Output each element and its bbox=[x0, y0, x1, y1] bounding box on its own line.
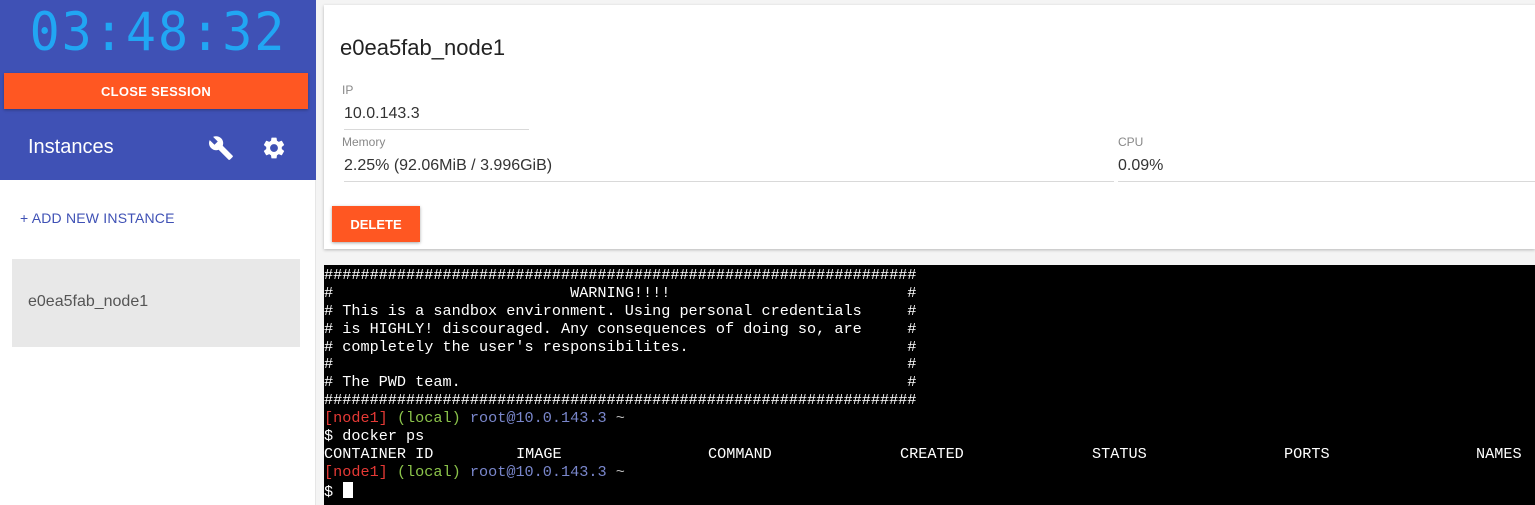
cpu-value: 0.09% bbox=[1118, 157, 1535, 182]
column-image: IMAGE bbox=[516, 444, 562, 463]
terminal-cursor bbox=[343, 481, 354, 498]
column-status: STATUS bbox=[1092, 444, 1147, 463]
column-command: COMMAND bbox=[708, 444, 772, 463]
prompt-symbol: $ bbox=[324, 427, 334, 446]
terminal-banner-line: # The PWD team. # bbox=[324, 373, 917, 392]
prompt-location: (local) bbox=[396, 409, 461, 428]
gear-icon[interactable] bbox=[261, 135, 287, 161]
terminal-table-header: CONTAINER ID IMAGE COMMAND CREATED STATU… bbox=[324, 444, 1535, 464]
sidebar: 03:48:32 CLOSE SESSION Instances + ADD N… bbox=[0, 0, 316, 505]
terminal-banner-line: # This is a sandbox environment. Using p… bbox=[324, 301, 917, 320]
instance-list-item[interactable]: e0ea5fab_node1 bbox=[12, 259, 300, 347]
prompt-host: root@10.0.143.3 bbox=[469, 462, 607, 481]
terminal-command: docker ps bbox=[342, 427, 425, 446]
cpu-label: CPU bbox=[1118, 135, 1144, 149]
terminal-input-line[interactable]: $ bbox=[324, 481, 1535, 501]
wrench-icon[interactable] bbox=[208, 135, 234, 161]
instance-list-item-label: e0ea5fab_node1 bbox=[28, 293, 149, 310]
column-container-id: CONTAINER ID bbox=[324, 444, 434, 463]
memory-value: 2.25% (92.06MiB / 3.996GiB) bbox=[344, 157, 1114, 182]
app-root: 03:48:32 CLOSE SESSION Instances + ADD N… bbox=[0, 0, 1535, 505]
terminal-banner-line: ########################################… bbox=[324, 266, 917, 284]
instance-title: e0ea5fab_node1 bbox=[340, 35, 506, 60]
terminal-banner-line: # completely the user's responsibilites.… bbox=[324, 337, 917, 356]
prompt-path: ~ bbox=[615, 462, 625, 481]
add-instance-link[interactable]: + ADD NEW INSTANCE bbox=[20, 210, 175, 226]
terminal-banner-line: ########################################… bbox=[324, 391, 917, 410]
ip-value: 10.0.143.3 bbox=[344, 105, 529, 130]
prompt-path: ~ bbox=[615, 409, 625, 428]
column-ports: PORTS bbox=[1284, 444, 1330, 463]
session-timer: 03:48:32 bbox=[29, 1, 287, 63]
prompt-node: [node1] bbox=[324, 409, 388, 428]
memory-label: Memory bbox=[342, 135, 386, 149]
close-session-button[interactable]: CLOSE SESSION bbox=[4, 73, 308, 109]
prompt-host: root@10.0.143.3 bbox=[469, 409, 607, 428]
column-names: NAMES bbox=[1476, 444, 1522, 463]
terminal-banner-line: # is HIGHLY! discouraged. Any consequenc… bbox=[324, 319, 917, 338]
terminal-banner-line: # WARNING!!!! # bbox=[324, 283, 917, 302]
delete-instance-button[interactable]: DELETE bbox=[332, 206, 420, 242]
column-created: CREATED bbox=[900, 444, 964, 463]
prompt-location: (local) bbox=[396, 462, 461, 481]
terminal-banner-line: # # bbox=[324, 355, 917, 374]
sidebar-header: 03:48:32 CLOSE SESSION Instances bbox=[0, 0, 316, 180]
instance-details-card: e0ea5fab_node1 IP 10.0.143.3 Memory 2.25… bbox=[324, 5, 1535, 249]
prompt-node: [node1] bbox=[324, 462, 388, 481]
instances-title: Instances bbox=[28, 136, 114, 158]
terminal-prompt: [node1] (local) root@10.0.143.3 ~ bbox=[324, 462, 1535, 482]
ip-label: IP bbox=[342, 83, 354, 97]
terminal[interactable]: ########################################… bbox=[324, 265, 1535, 505]
terminal-prompt: [node1] (local) root@10.0.143.3 ~ bbox=[324, 409, 1535, 428]
terminal-command-line: $ docker ps bbox=[324, 427, 1535, 446]
prompt-symbol: $ bbox=[324, 482, 334, 501]
